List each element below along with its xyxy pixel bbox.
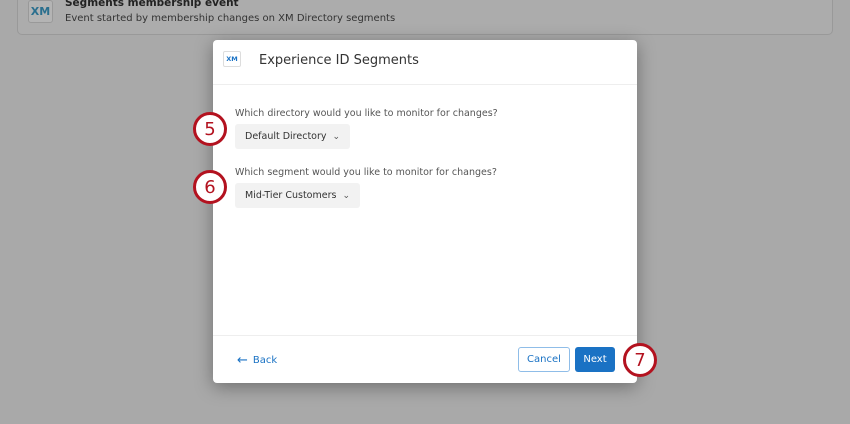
event-subtitle: Event started by membership changes on X… bbox=[65, 13, 396, 24]
callout-5: 5 bbox=[193, 112, 227, 146]
back-label: Back bbox=[252, 355, 278, 366]
chevron-down-icon: ⌄ bbox=[342, 190, 350, 201]
callout-7: 7 bbox=[623, 343, 657, 377]
directory-value: Default Directory bbox=[245, 131, 327, 142]
xm-logo-icon: XM bbox=[223, 51, 241, 67]
cancel-button[interactable]: Cancel bbox=[518, 347, 570, 372]
divider bbox=[213, 335, 637, 336]
divider bbox=[213, 84, 637, 85]
next-button[interactable]: Next bbox=[575, 347, 615, 372]
chevron-down-icon: ⌄ bbox=[332, 131, 341, 142]
back-button[interactable]: ← Back bbox=[237, 353, 277, 368]
callout-6: 6 bbox=[193, 170, 227, 204]
segment-value: Mid-Tier Customers bbox=[245, 190, 337, 201]
dialog-title: Experience ID Segments bbox=[259, 53, 419, 68]
segment-dropdown[interactable]: Mid-Tier Customers ⌄ bbox=[235, 183, 360, 208]
directory-dropdown[interactable]: Default Directory ⌄ bbox=[235, 124, 351, 149]
experience-id-segments-dialog: XM Experience ID Segments Which director… bbox=[213, 40, 637, 383]
segment-question: Which segment would you like to monitor … bbox=[235, 167, 497, 178]
directory-question: Which directory would you like to monito… bbox=[235, 108, 498, 119]
arrow-left-icon: ← bbox=[237, 353, 248, 368]
xm-logo-icon: XM bbox=[28, 0, 53, 23]
event-title: Segments membership event bbox=[65, 0, 239, 9]
